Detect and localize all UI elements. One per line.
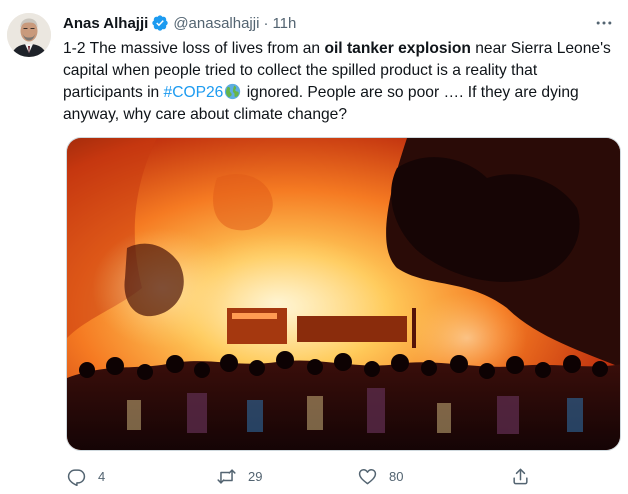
action-bar: 4 29 80 bbox=[60, 462, 580, 490]
tweet-text-bold: oil tanker explosion bbox=[324, 40, 471, 57]
retweet-button[interactable]: 29 bbox=[217, 462, 262, 490]
reply-count: 4 bbox=[98, 468, 106, 484]
avatar[interactable] bbox=[7, 13, 51, 57]
verified-badge-icon bbox=[151, 14, 169, 32]
author-name[interactable]: Anas Alhajji bbox=[63, 15, 148, 32]
like-button[interactable]: 80 bbox=[358, 462, 403, 490]
heart-icon bbox=[358, 467, 377, 486]
reply-button[interactable]: 4 bbox=[67, 462, 105, 490]
retweet-icon bbox=[217, 467, 236, 486]
timestamp[interactable]: 11h bbox=[272, 15, 296, 32]
like-count: 80 bbox=[389, 468, 404, 484]
tweet-card[interactable]: Anas Alhajji @anasalhajji · 11h 1-2 The … bbox=[0, 0, 628, 494]
tweet-header: Anas Alhajji @anasalhajji · 11h bbox=[63, 12, 296, 34]
reply-icon bbox=[67, 467, 86, 486]
retweet-count: 29 bbox=[248, 468, 263, 484]
avatar-image bbox=[7, 13, 51, 57]
author-handle[interactable]: @anasalhajji bbox=[173, 15, 259, 32]
tweet-text: 1-2 The massive loss of lives from an oi… bbox=[63, 38, 618, 126]
share-icon bbox=[511, 467, 530, 486]
globe-emoji-icon bbox=[224, 83, 241, 100]
tweet-text-part-1: 1-2 The massive loss of lives from an bbox=[63, 40, 325, 57]
fire-scene-image bbox=[67, 138, 620, 450]
separator-dot: · bbox=[263, 14, 269, 32]
share-button[interactable] bbox=[511, 462, 530, 490]
tweet-photo[interactable] bbox=[66, 137, 621, 451]
hashtag-link[interactable]: #COP26 bbox=[164, 84, 224, 101]
more-options-icon[interactable] bbox=[590, 10, 618, 36]
